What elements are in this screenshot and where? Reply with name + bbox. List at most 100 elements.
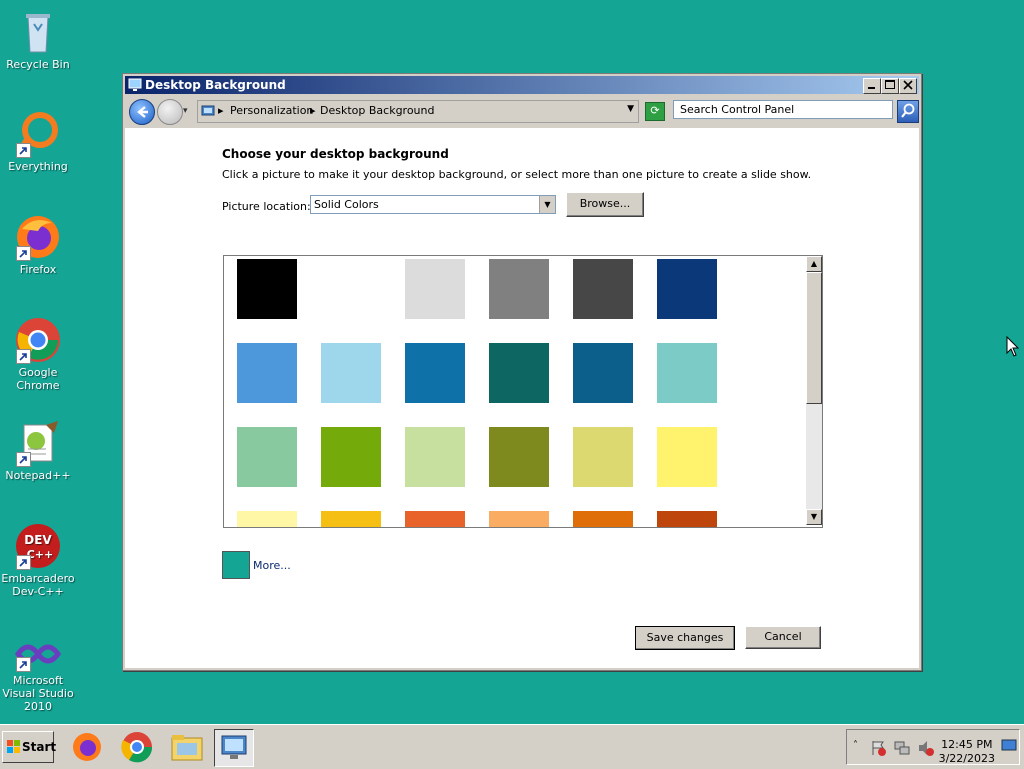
color-swatch[interactable] xyxy=(489,511,549,527)
breadcrumb-separator-icon[interactable]: ▸ xyxy=(218,104,224,117)
taskbar-control-panel[interactable] xyxy=(214,729,254,767)
instructions-text: Click a picture to make it your desktop … xyxy=(222,168,812,181)
title-bar[interactable]: Desktop Background xyxy=(125,76,919,94)
shortcut-arrow-icon xyxy=(16,143,31,158)
picture-location-label: Picture location: xyxy=(222,200,311,213)
address-bar-area: ▾ ▸ Personalization ▸ Desktop Background… xyxy=(125,96,919,126)
more-colors-link[interactable]: More... xyxy=(253,559,291,572)
color-swatch[interactable] xyxy=(321,427,381,487)
save-changes-button[interactable]: Save changes xyxy=(635,626,735,650)
content-pane: Choose your desktop background Click a p… xyxy=(125,128,919,668)
folder-icon xyxy=(171,735,203,761)
color-swatch[interactable] xyxy=(489,259,549,319)
color-swatch[interactable] xyxy=(237,427,297,487)
color-swatch[interactable] xyxy=(405,511,465,527)
search-button[interactable] xyxy=(897,100,919,123)
close-button[interactable] xyxy=(899,78,917,94)
action-center-flag-icon[interactable] xyxy=(869,739,887,757)
color-swatch[interactable] xyxy=(405,343,465,403)
desktop-icon-label: Microsoft Visual Studio 2010 xyxy=(2,674,74,713)
minimize-button[interactable] xyxy=(863,78,881,94)
desktop-icon-everything[interactable]: Everything xyxy=(0,110,76,173)
clock-date: 3/22/2023 xyxy=(938,752,995,765)
color-swatch[interactable] xyxy=(573,427,633,487)
volume-muted-icon[interactable] xyxy=(917,739,935,757)
desktop-icon-label: Everything xyxy=(8,160,68,173)
start-label: Start xyxy=(22,740,57,754)
taskbar: Start ˄ 12:45 PM 3/22/2023 xyxy=(0,724,1024,769)
color-swatch[interactable] xyxy=(573,259,633,319)
color-swatch[interactable] xyxy=(237,343,297,403)
breadcrumb-personalization[interactable]: Personalization xyxy=(230,104,313,117)
start-button[interactable]: Start xyxy=(2,731,57,763)
search-input[interactable]: Search Control Panel xyxy=(673,100,893,119)
everything-icon xyxy=(14,110,62,158)
color-swatch[interactable] xyxy=(489,343,549,403)
picture-location-select[interactable]: Solid Colors ▼ xyxy=(310,195,556,214)
scroll-down-arrow-icon[interactable]: ▼ xyxy=(806,509,822,525)
svg-text:DEV: DEV xyxy=(24,533,52,547)
back-button[interactable] xyxy=(129,99,155,125)
scrollbar-thumb[interactable] xyxy=(806,272,822,404)
desktop-icon-firefox[interactable]: Firefox xyxy=(0,213,76,276)
network-icon[interactable] xyxy=(893,739,911,757)
desktop-icon-visual-studio[interactable]: Microsoft Visual Studio 2010 xyxy=(0,636,76,713)
address-dropdown-icon[interactable]: ▼ xyxy=(627,104,634,114)
color-swatch[interactable] xyxy=(237,511,297,527)
vertical-scrollbar[interactable]: ▲ ▼ xyxy=(806,256,822,525)
show-desktop-icon[interactable] xyxy=(1001,738,1017,754)
windows-logo-icon xyxy=(7,740,20,753)
recycle-bin-icon xyxy=(14,8,62,56)
desktop-icon-label: Recycle Bin xyxy=(6,58,70,71)
color-swatch[interactable] xyxy=(489,427,549,487)
current-color-swatch[interactable] xyxy=(222,551,250,579)
search-icon xyxy=(901,103,915,118)
system-tray: ˄ 12:45 PM 3/22/2023 xyxy=(846,729,1020,765)
breadcrumb-desktop-background[interactable]: Desktop Background xyxy=(320,104,435,117)
scroll-up-arrow-icon[interactable]: ▲ xyxy=(806,256,822,272)
color-swatch[interactable] xyxy=(321,511,381,527)
desktop-icon-label: Google Chrome xyxy=(16,366,60,392)
cancel-button[interactable]: Cancel xyxy=(745,626,821,649)
taskbar-firefox[interactable] xyxy=(68,729,106,765)
shortcut-arrow-icon xyxy=(16,349,31,364)
color-swatch[interactable] xyxy=(657,511,717,527)
color-swatch[interactable] xyxy=(405,427,465,487)
chevron-down-icon[interactable]: ▼ xyxy=(539,196,555,213)
taskbar-explorer[interactable] xyxy=(168,729,206,765)
desktop-icon-dev-cpp[interactable]: DEV C++ Embarcadero Dev-C++ xyxy=(0,522,76,598)
forward-button[interactable] xyxy=(157,99,183,125)
address-breadcrumb-bar[interactable]: ▸ Personalization ▸ Desktop Background ▼ xyxy=(197,100,639,123)
color-swatch[interactable] xyxy=(321,343,381,403)
browse-button[interactable]: Browse... xyxy=(566,192,644,217)
color-swatch[interactable] xyxy=(657,343,717,403)
color-swatch[interactable] xyxy=(657,259,717,319)
notepad-plus-plus-icon xyxy=(14,419,62,467)
color-swatch[interactable] xyxy=(573,343,633,403)
breadcrumb-separator-icon[interactable]: ▸ xyxy=(310,104,316,117)
desktop-icon-label: Notepad++ xyxy=(5,469,71,482)
desktop-icon-label: Firefox xyxy=(19,263,57,276)
color-swatch[interactable] xyxy=(237,259,297,319)
desktop-icon-google-chrome[interactable]: Google Chrome xyxy=(0,316,76,392)
shortcut-arrow-icon xyxy=(16,657,31,672)
mouse-pointer-icon xyxy=(1006,336,1020,357)
display-icon xyxy=(128,78,142,91)
color-swatch[interactable] xyxy=(321,259,381,319)
color-swatch[interactable] xyxy=(573,511,633,527)
refresh-button[interactable]: ⟳ xyxy=(645,102,665,121)
show-hidden-icons-chevron-icon[interactable]: ˄ xyxy=(853,740,858,751)
desktop-background-window: Desktop Background ▾ ▸ Personalization ▸… xyxy=(122,73,922,671)
taskbar-chrome[interactable] xyxy=(118,729,156,765)
visual-studio-icon xyxy=(14,636,62,672)
maximize-button[interactable] xyxy=(881,78,899,94)
color-swatch-grid: ▲ ▼ xyxy=(223,255,823,528)
shortcut-arrow-icon xyxy=(16,452,31,467)
chrome-icon xyxy=(14,316,62,364)
desktop-icon-notepad-plus-plus[interactable]: Notepad++ xyxy=(0,419,76,482)
clock[interactable]: 12:45 PM 3/22/2023 xyxy=(939,738,995,766)
recent-pages-chevron-icon[interactable]: ▾ xyxy=(183,106,188,116)
desktop-icon-recycle-bin[interactable]: Recycle Bin xyxy=(0,8,76,71)
color-swatch[interactable] xyxy=(657,427,717,487)
color-swatch[interactable] xyxy=(405,259,465,319)
